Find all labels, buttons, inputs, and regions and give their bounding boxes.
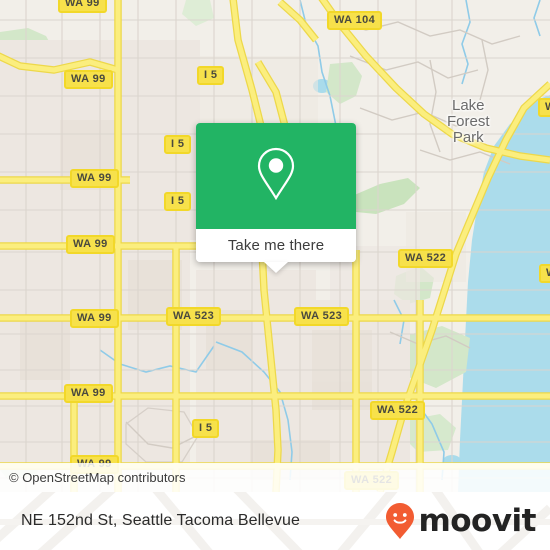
take-me-there-label: Take me there [227, 237, 325, 254]
shield-wa-104: WA 104 [327, 11, 383, 30]
callout-image-area [196, 123, 356, 229]
place-label-lake-forest-park: Lake Forest Park [447, 97, 490, 146]
shield-wa-partial-right: W [538, 98, 550, 117]
shield-i5-d: I 5 [192, 419, 220, 438]
shield-i5-b: I 5 [164, 135, 192, 154]
shield-wa-99-top: WA 99 [58, 0, 107, 13]
shield-wa-99-e: WA 99 [70, 309, 119, 328]
shield-wa-523-a: WA 523 [166, 307, 222, 326]
map-canvas[interactable]: WA 99 WA 104 WA 99 I 5 I 5 WA 99 I 5 WA 99 WA 52… [0, 0, 550, 492]
map-screenshot: WA 99 WA 104 WA 99 I 5 I 5 WA 99 I 5 WA 99 WA 52… [0, 0, 550, 550]
shield-wa-99-d: WA 99 [66, 235, 115, 254]
shield-wa-523-b: WA 523 [294, 307, 350, 326]
attribution-bar: © OpenStreetMap contributors [0, 463, 550, 492]
shield-wa-99-c: WA 99 [70, 169, 119, 188]
attribution-text[interactable]: © OpenStreetMap contributors [0, 470, 186, 485]
take-me-there-button[interactable]: Take me there [196, 229, 356, 273]
moovit-pin-smiley-icon [385, 502, 415, 540]
shield-wa-522-a: WA 522 [398, 249, 454, 268]
callout-tail-pointer [264, 262, 288, 273]
shield-wa-522-b: WA 522 [370, 401, 426, 420]
location-callout-card[interactable]: Take me there [196, 123, 356, 273]
map-pin-icon [254, 146, 298, 207]
shield-i5-c: I 5 [164, 192, 192, 211]
shield-i5-a: I 5 [197, 66, 225, 85]
shield-wa-99-f: WA 99 [64, 384, 113, 403]
moovit-wordmark: moovit [418, 502, 536, 539]
footer-bar: NE 152nd St, Seattle Tacoma Bellevue moo… [0, 492, 550, 550]
moovit-brand-logo[interactable]: moovit [385, 502, 536, 540]
shield-wa-99-b: WA 99 [64, 70, 113, 89]
location-address: NE 152nd St, Seattle Tacoma Bellevue [21, 512, 301, 529]
shield-wa-partial-right-2: W [539, 264, 550, 283]
